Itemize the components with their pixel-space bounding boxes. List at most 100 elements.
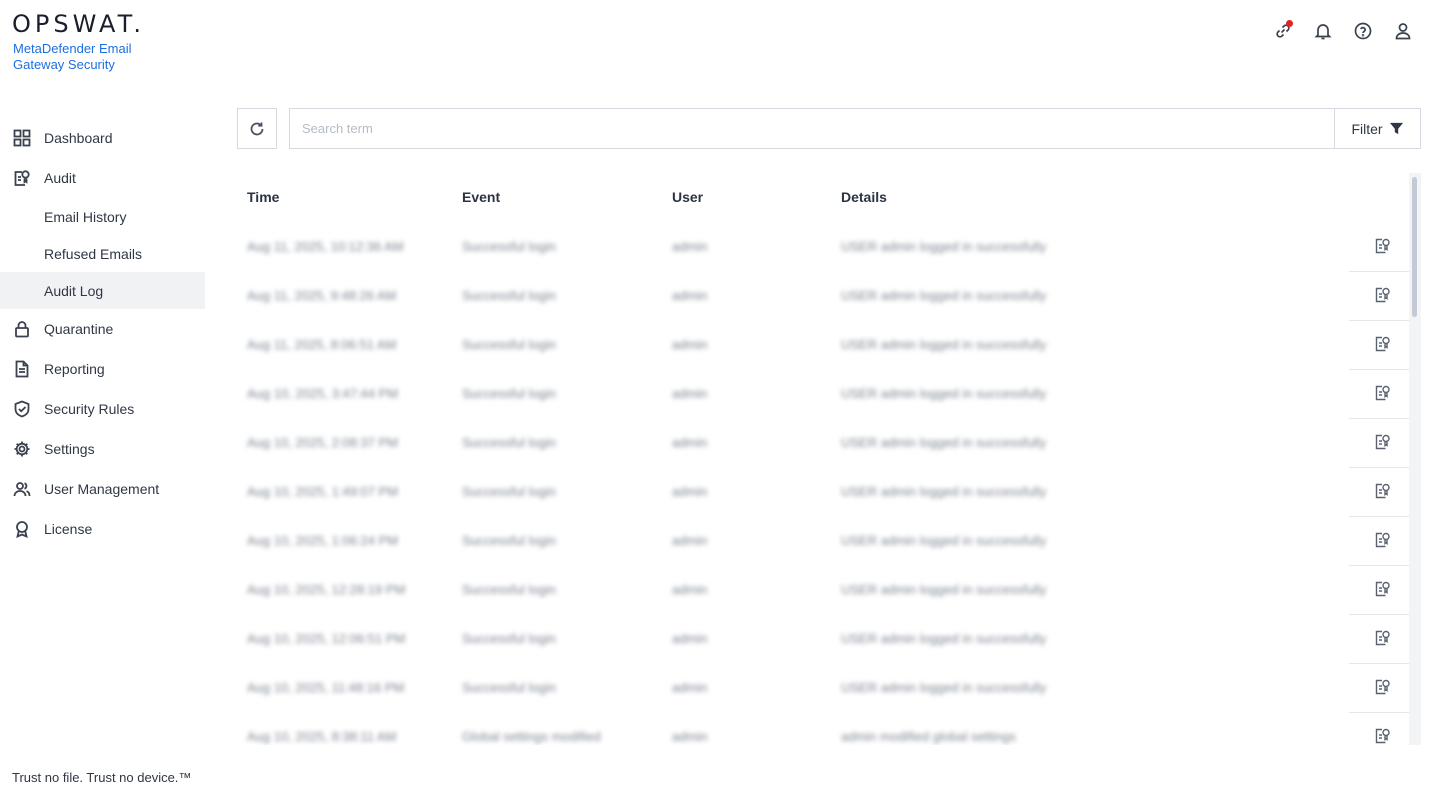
table-row[interactable]: Aug 10, 2025, 2:08:37 PM Successful login… (237, 419, 1409, 468)
search-box (289, 108, 1335, 149)
table-row[interactable]: Aug 10, 2025, 1:49:07 PM Successful login… (237, 468, 1409, 517)
help-icon[interactable] (1353, 20, 1373, 42)
table-row[interactable]: Aug 11, 2025, 8:06:51 AM Successful login… (237, 321, 1409, 370)
cell-details: USER admin logged in successfully (841, 680, 1047, 695)
cell-details: admin modified global settings (841, 729, 1016, 744)
user-icon[interactable] (1393, 20, 1413, 42)
grid-icon (12, 128, 32, 148)
users-icon (12, 479, 32, 499)
cell-time: Aug 10, 2025, 12:06:51 PM (247, 631, 406, 646)
table-row[interactable]: Aug 11, 2025, 10:12:36 AM Successful logi… (237, 223, 1409, 272)
sidebar-item-user-management[interactable]: User Management (0, 469, 205, 509)
cell-time: Aug 10, 2025, 12:28:19 PM (247, 582, 406, 597)
cell-user: admin (672, 288, 708, 303)
sidebar-item-dashboard[interactable]: Dashboard (0, 118, 205, 158)
cell-user: admin (672, 631, 708, 646)
sidebar-item-refused-emails[interactable]: Refused Emails (0, 235, 205, 272)
cell-details: USER admin logged in successfully (841, 533, 1047, 548)
cell-event: Successful login (462, 337, 556, 352)
document-icon (12, 359, 32, 379)
table-row[interactable]: Aug 10, 2025, 11:48:16 PM Successful logi… (237, 664, 1409, 713)
sidebar-item-email-history[interactable]: Email History (0, 198, 205, 235)
cell-time: Aug 11, 2025, 9:48:26 AM (247, 288, 397, 303)
cell-details: USER admin logged in successfully (841, 631, 1047, 646)
cell-user: admin (672, 239, 708, 254)
sidebar-item-audit[interactable]: Audit (0, 158, 205, 198)
view-details-icon[interactable] (1373, 334, 1393, 354)
cell-details: USER admin logged in successfully (841, 484, 1047, 499)
table-body: Aug 11, 2025, 10:12:36 AM Successful logi… (237, 223, 1409, 745)
table-row[interactable]: Aug 10, 2025, 1:06:24 PM Successful login… (237, 517, 1409, 566)
cell-time: Aug 10, 2025, 3:47:44 PM (247, 386, 399, 401)
product-name[interactable]: MetaDefender Email Gateway Security (13, 41, 153, 73)
sidebar-item-label: Quarantine (44, 321, 114, 337)
cell-user: admin (672, 337, 708, 352)
column-header-event[interactable]: Event (462, 189, 500, 205)
cell-details: USER admin logged in successfully (841, 582, 1047, 597)
refresh-icon (250, 122, 264, 135)
award-icon (12, 519, 32, 539)
cell-event: Successful login (462, 680, 556, 695)
table-row[interactable]: Aug 10, 2025, 12:06:51 PM Successful logi… (237, 615, 1409, 664)
cell-details: USER admin logged in successfully (841, 337, 1047, 352)
view-details-icon[interactable] (1373, 726, 1393, 745)
refresh-button[interactable] (237, 108, 277, 149)
table-scrollbar[interactable] (1409, 173, 1421, 745)
column-header-details[interactable]: Details (841, 189, 887, 205)
cell-time: Aug 11, 2025, 10:12:36 AM (247, 239, 404, 254)
sidebar-nav: Dashboard Audit Email History Refused Em… (0, 118, 205, 549)
tagline: Trust no file. Trust no device.™ (12, 770, 192, 785)
column-header-user[interactable]: User (672, 189, 703, 205)
sidebar-item-settings[interactable]: Settings (0, 429, 205, 469)
cell-details: USER admin logged in successfully (841, 288, 1047, 303)
view-details-icon[interactable] (1373, 677, 1393, 697)
sidebar-item-audit-log[interactable]: Audit Log (0, 272, 205, 309)
table-row[interactable]: Aug 10, 2025, 12:28:19 PM Successful logi… (237, 566, 1409, 615)
table-row[interactable]: Aug 10, 2025, 3:47:44 PM Successful login… (237, 370, 1409, 419)
view-details-icon[interactable] (1373, 236, 1393, 256)
cell-user: admin (672, 386, 708, 401)
sidebar-item-security-rules[interactable]: Security Rules (0, 389, 205, 429)
opswat-logo: OPSWAT. (12, 10, 146, 38)
cell-user: admin (672, 435, 708, 450)
sidebar-item-label: Security Rules (44, 401, 135, 417)
cell-user: admin (672, 729, 708, 744)
gear-icon (12, 439, 32, 459)
sidebar-item-reporting[interactable]: Reporting (0, 349, 205, 389)
view-details-icon[interactable] (1373, 481, 1393, 501)
view-details-icon[interactable] (1373, 285, 1393, 305)
view-details-icon[interactable] (1373, 530, 1393, 550)
cell-event: Successful login (462, 288, 556, 303)
cell-time: Aug 10, 2025, 1:49:07 PM (247, 484, 399, 499)
sidebar-item-quarantine[interactable]: Quarantine (0, 309, 205, 349)
sidebar-item-label: License (44, 521, 93, 537)
cell-user: admin (672, 484, 708, 499)
cell-time: Aug 10, 2025, 8:38:11 AM (247, 729, 397, 744)
bell-icon[interactable] (1313, 20, 1333, 42)
scrollbar-thumb[interactable] (1412, 177, 1417, 317)
cell-details: USER admin logged in successfully (841, 386, 1047, 401)
column-header-time[interactable]: Time (247, 189, 279, 205)
view-details-icon[interactable] (1373, 579, 1393, 599)
table-header: Time Event User Details (237, 173, 1347, 223)
search-input[interactable] (290, 109, 1335, 148)
view-details-icon[interactable] (1373, 628, 1393, 648)
audit-log-table: Time Event User Details Aug 11, 2025, 10… (237, 173, 1421, 745)
link-icon[interactable] (1273, 20, 1293, 42)
sidebar-item-label: User Management (44, 481, 160, 497)
cell-user: admin (672, 533, 708, 548)
filter-label: Filter (1351, 120, 1383, 137)
sidebar-item-license[interactable]: License (0, 509, 205, 549)
view-details-icon[interactable] (1373, 383, 1393, 403)
filter-button[interactable]: Filter (1334, 108, 1421, 149)
table-row[interactable]: Aug 11, 2025, 9:48:26 AM Successful login… (237, 272, 1409, 321)
cell-time: Aug 10, 2025, 1:06:24 PM (247, 533, 399, 548)
cell-event: Successful login (462, 239, 556, 254)
header-actions (1273, 20, 1413, 42)
view-details-icon[interactable] (1373, 432, 1393, 452)
table-row[interactable]: Aug 10, 2025, 8:38:11 AM Global settings … (237, 713, 1409, 745)
cell-event: Successful login (462, 533, 556, 548)
filter-icon (1389, 122, 1403, 135)
lock-icon (12, 319, 32, 339)
cell-details: USER admin logged in successfully (841, 435, 1047, 450)
